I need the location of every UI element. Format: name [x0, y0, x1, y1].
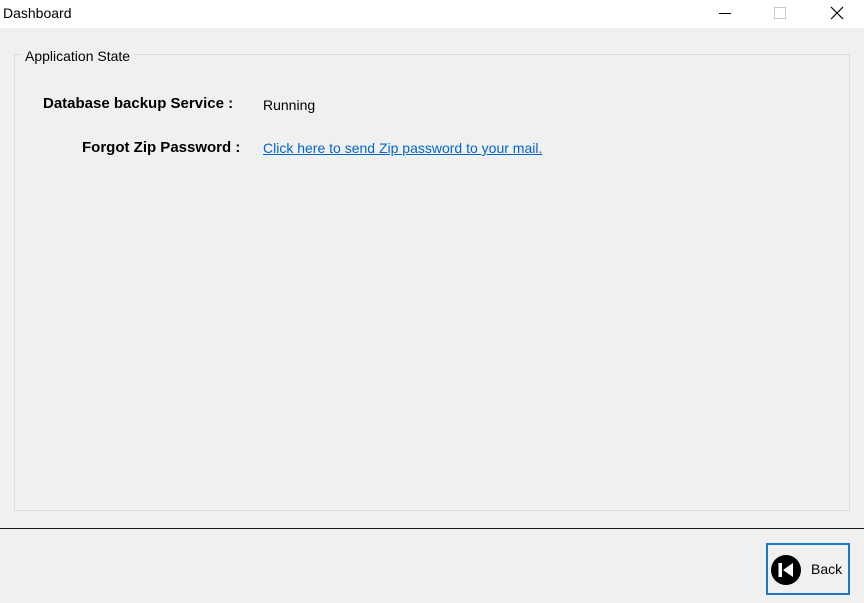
group-legend: Application State	[22, 48, 134, 64]
close-button[interactable]	[814, 0, 860, 28]
footer-divider	[0, 528, 864, 529]
send-zip-password-link[interactable]: Click here to send Zip password to your …	[263, 140, 542, 156]
title-bar: Dashboard	[0, 0, 864, 28]
maximize-icon	[774, 7, 786, 19]
dashboard-window: Dashboard Application State Database bac…	[0, 0, 864, 603]
maximize-button[interactable]	[756, 0, 802, 28]
window-title: Dashboard	[3, 5, 72, 21]
database-backup-service-label: Database backup Service :	[43, 95, 234, 112]
database-backup-service-status: Running	[263, 97, 316, 113]
back-skip-icon	[771, 555, 801, 585]
minimize-button[interactable]	[702, 0, 748, 28]
back-button-label: Back	[811, 561, 843, 577]
close-icon	[830, 6, 844, 20]
forgot-zip-password-label: Forgot Zip Password :	[82, 139, 241, 156]
minimize-icon	[719, 13, 731, 14]
back-button[interactable]: Back	[766, 543, 850, 595]
application-state-group	[14, 54, 850, 511]
